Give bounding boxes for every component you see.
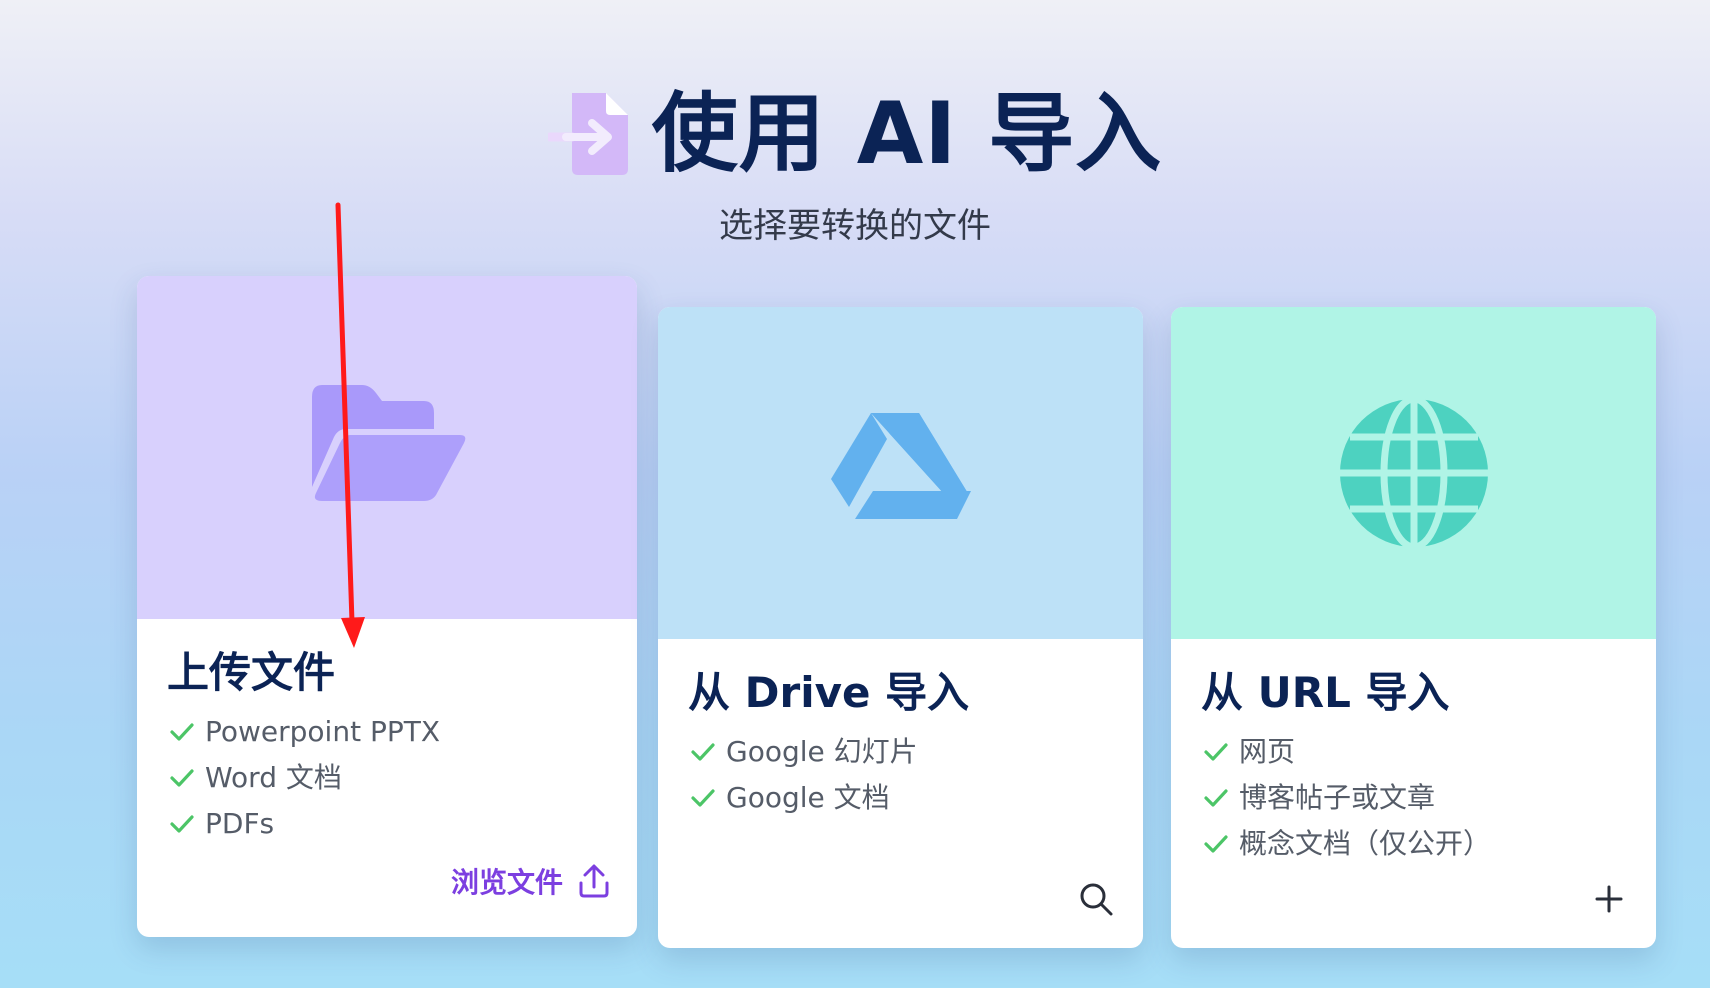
feature-label: Google 幻灯片 (726, 735, 918, 768)
check-icon (691, 743, 715, 761)
feature-label: 概念文档（仅公开） (1239, 827, 1492, 860)
search-drive-button[interactable] (1075, 878, 1117, 920)
feature-item: PDFs (167, 801, 607, 847)
google-drive-icon (830, 413, 971, 519)
feature-label: Powerpoint PPTX (205, 715, 441, 748)
upload-card-body: 上传文件 Powerpoint PPTX Word 文档 PDFs (137, 619, 637, 847)
feature-item: 博客帖子或文章 (1201, 775, 1626, 821)
feature-label: 博客帖子或文章 (1239, 781, 1436, 814)
feature-label: Word 文档 (205, 761, 342, 794)
check-icon (170, 815, 194, 833)
feature-label: PDFs (205, 807, 275, 840)
file-import-icon (547, 93, 628, 175)
add-url-button[interactable] (1588, 878, 1630, 920)
browse-files-button[interactable]: 浏览文件 (451, 861, 611, 901)
check-icon (170, 723, 194, 741)
drive-card-banner (658, 307, 1143, 639)
feature-item: Powerpoint PPTX (167, 709, 607, 755)
feature-item: 网页 (1201, 729, 1626, 775)
feature-label: 网页 (1239, 735, 1296, 768)
upload-icon (579, 864, 609, 898)
check-icon (170, 769, 194, 787)
drive-card-title: 从 Drive 导入 (688, 668, 970, 717)
upload-card-title: 上传文件 (167, 648, 336, 697)
check-icon (1204, 743, 1228, 761)
browse-files-label: 浏览文件 (450, 866, 563, 899)
upload-card-banner (137, 276, 637, 619)
search-icon (1080, 883, 1113, 916)
feature-item: Google 文档 (688, 775, 1113, 821)
page-title: 使用 AI 导入 (651, 84, 1163, 184)
check-icon (691, 789, 715, 807)
drive-card-body: 从 Drive 导入 Google 幻灯片 Google 文档 (658, 639, 1143, 821)
feature-item: 概念文档（仅公开） (1201, 821, 1626, 867)
plus-icon (1595, 885, 1623, 913)
feature-item: Word 文档 (167, 755, 607, 801)
page-subtitle: 选择要转换的文件 (719, 206, 991, 246)
check-icon (1204, 789, 1228, 807)
title-row: 使用 AI 导入 (547, 84, 1163, 184)
url-card-body: 从 URL 导入 网页 博客帖子或文章 概念文档（仅公开） (1171, 639, 1656, 867)
url-card-title: 从 URL 导入 (1201, 668, 1450, 717)
page-header: 使用 AI 导入 选择要转换的文件 (0, 84, 1710, 246)
feature-item: Google 幻灯片 (688, 729, 1113, 775)
import-from-url-card[interactable]: 从 URL 导入 网页 博客帖子或文章 概念文档（仅公开） (1171, 307, 1656, 948)
upload-file-card[interactable]: 上传文件 Powerpoint PPTX Word 文档 PDFs 浏览文件 (137, 276, 637, 937)
import-from-drive-card[interactable]: 从 Drive 导入 Google 幻灯片 Google 文档 (658, 307, 1143, 948)
globe-icon (1339, 395, 1488, 551)
url-card-banner (1171, 307, 1656, 639)
check-icon (1204, 835, 1228, 853)
folder-open-icon (312, 384, 466, 501)
feature-label: Google 文档 (726, 781, 890, 814)
